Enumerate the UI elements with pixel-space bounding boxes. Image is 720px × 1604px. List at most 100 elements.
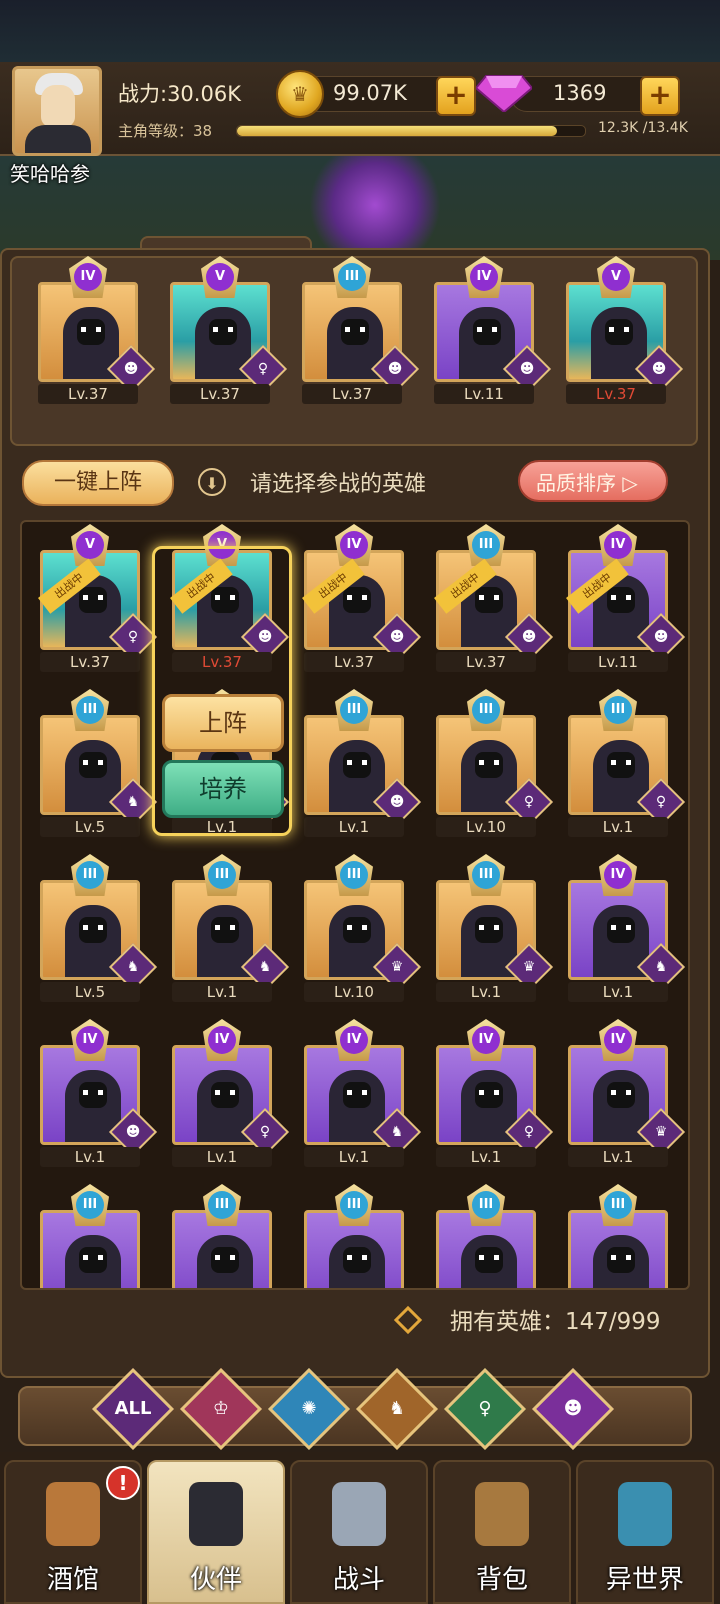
rank-badge-icon: IV (203, 1019, 241, 1061)
rank-badge-icon: III (203, 1184, 241, 1226)
hero-card[interactable]: III ☻ Lv.37 出战中 (434, 524, 554, 676)
hero-card[interactable]: III (568, 1184, 668, 1288)
hero-card[interactable]: V ♀ Lv.37 出战中 (38, 524, 158, 676)
hero-card[interactable]: IV ♛ Lv.1 (568, 1019, 686, 1171)
rank-badge-icon: III (71, 1184, 109, 1226)
portal-glow (300, 150, 450, 260)
filter-label: ALL (114, 1398, 152, 1419)
hero-card[interactable]: V ♀ Lv.37 (170, 256, 288, 408)
hero-face (79, 917, 107, 943)
hero-card[interactable]: III ♞ Lv.5 (40, 689, 158, 841)
nav-tab-portal[interactable]: 异世界 (576, 1460, 714, 1604)
hero-card[interactable]: III (172, 1184, 272, 1288)
deploy-button[interactable]: 上阵 (162, 694, 284, 752)
filter-label: ♀ (478, 1398, 492, 1419)
hero-card[interactable]: III ♀ Lv.1 (568, 689, 686, 841)
hero-face (343, 917, 371, 943)
hero-card[interactable]: III ♛ Lv.10 (304, 854, 422, 1006)
hero-card[interactable]: III (40, 1184, 140, 1288)
info-down-icon: ⬇ (198, 468, 226, 496)
hero-face (607, 917, 635, 943)
hero-rank: IV (340, 1026, 368, 1054)
hero-card[interactable]: III ♛ Lv.1 (436, 854, 554, 1006)
hero-rank: III (208, 861, 236, 889)
one-click-deploy-button[interactable]: 一键上阵 (22, 460, 174, 506)
filter-label: ☻ (563, 1398, 583, 1419)
hero-face (341, 319, 369, 345)
hero-face (475, 752, 503, 778)
hero-card[interactable]: IV ☻ Lv.1 (40, 1019, 158, 1171)
hero-eyes (83, 925, 103, 930)
hero-rank: V (76, 531, 104, 559)
rank-badge-icon: III (335, 689, 373, 731)
hero-rank: III (340, 696, 368, 724)
xp-bar (236, 125, 586, 137)
hero-rank: III (472, 861, 500, 889)
xp-text: 12.3K /13.4K (598, 120, 688, 136)
train-button[interactable]: 培养 (162, 760, 284, 818)
hero-rank: V (206, 263, 234, 291)
hero-face (475, 1247, 503, 1273)
rank-badge-icon: III (599, 689, 637, 731)
hero-rank: III (340, 861, 368, 889)
filter-label: ♞ (388, 1398, 406, 1419)
hero-card[interactable]: III (304, 1184, 404, 1288)
hero-roster-grid[interactable]: V ♀ Lv.37 出战中 V ☻ Lv.37 出战中 IV ☻ Lv.37 出战中 III ☻ Lv.37… (20, 520, 690, 1290)
rank-badge-icon: IV (69, 256, 107, 298)
hero-face (209, 319, 237, 345)
hero-card[interactable]: III ♞ Lv.5 (40, 854, 158, 1006)
hero-card[interactable]: III (436, 1184, 536, 1288)
gold-coin-icon: ♛ (276, 70, 324, 118)
hero-face (475, 1082, 503, 1108)
hero-card[interactable]: III ☻ Lv.37 (302, 256, 420, 408)
hero-card[interactable]: IV ♞ Lv.1 (568, 854, 686, 1006)
hero-level: Lv.1 (172, 1147, 272, 1167)
hero-card[interactable]: IV ☻ Lv.11 (434, 256, 552, 408)
hero-level: Lv.1 (436, 1147, 536, 1167)
hero-card[interactable]: III♞Lv.1 (172, 854, 290, 1006)
hero-rank: IV (604, 531, 632, 559)
nav-tab-battle[interactable]: 战斗 (290, 1460, 428, 1604)
quality-sort-button[interactable]: 品质排序 ▷ (518, 460, 668, 502)
rank-badge-icon: V (597, 256, 635, 298)
hero-eyes (347, 595, 367, 600)
hero-level: Lv.1 (568, 982, 668, 1002)
rank-badge-icon: III (335, 1184, 373, 1226)
hero-face (343, 587, 371, 613)
hero-eyes (479, 760, 499, 765)
hero-face (607, 1247, 635, 1273)
hero-card[interactable]: IV ♞ Lv.1 (304, 1019, 422, 1171)
hero-card[interactable]: IV ☻ Lv.11 出战中 (566, 524, 686, 676)
hero-eyes (215, 1255, 235, 1260)
rank-badge-icon: III (467, 854, 505, 896)
hero-rank: IV (76, 1026, 104, 1054)
hero-rank: IV (470, 263, 498, 291)
rank-badge-icon: III (599, 1184, 637, 1226)
rank-badge-icon: IV (599, 854, 637, 896)
nav-tab-backpack[interactable]: 背包 (433, 1460, 571, 1604)
hero-rank: III (472, 696, 500, 724)
hero-eyes (611, 1255, 631, 1260)
hero-card[interactable]: V ☻ Lv.37 (566, 256, 684, 408)
rank-badge-icon: IV (335, 1019, 373, 1061)
hero-card[interactable]: IV ☻ Lv.37 (38, 256, 156, 408)
hero-card[interactable]: IV ☻ Lv.37 出战中 (302, 524, 422, 676)
hero-face (79, 587, 107, 613)
add-gem-button[interactable]: + (640, 76, 680, 116)
hero-face (605, 319, 633, 345)
gem-icon (476, 75, 532, 112)
hero-card[interactable]: IV ♀ Lv.1 (436, 1019, 554, 1171)
avatar-body (25, 125, 91, 153)
add-gold-button[interactable]: + (436, 76, 476, 116)
hero-level: Lv.11 (568, 652, 668, 672)
gold-value: 99.07K (333, 81, 407, 105)
hero-card[interactable]: IV ♀ Lv.1 (172, 1019, 290, 1171)
player-level: 主角等级：38 (118, 122, 213, 140)
player-avatar[interactable] (12, 66, 102, 156)
hero-face (607, 587, 635, 613)
hero-card[interactable]: III ♀ Lv.10 (436, 689, 554, 841)
nav-tab-companion[interactable]: 伙伴 (147, 1460, 285, 1604)
hero-face (343, 1247, 371, 1273)
rank-badge-icon: III (333, 256, 371, 298)
hero-card[interactable]: III ☻ Lv.1 (304, 689, 422, 841)
